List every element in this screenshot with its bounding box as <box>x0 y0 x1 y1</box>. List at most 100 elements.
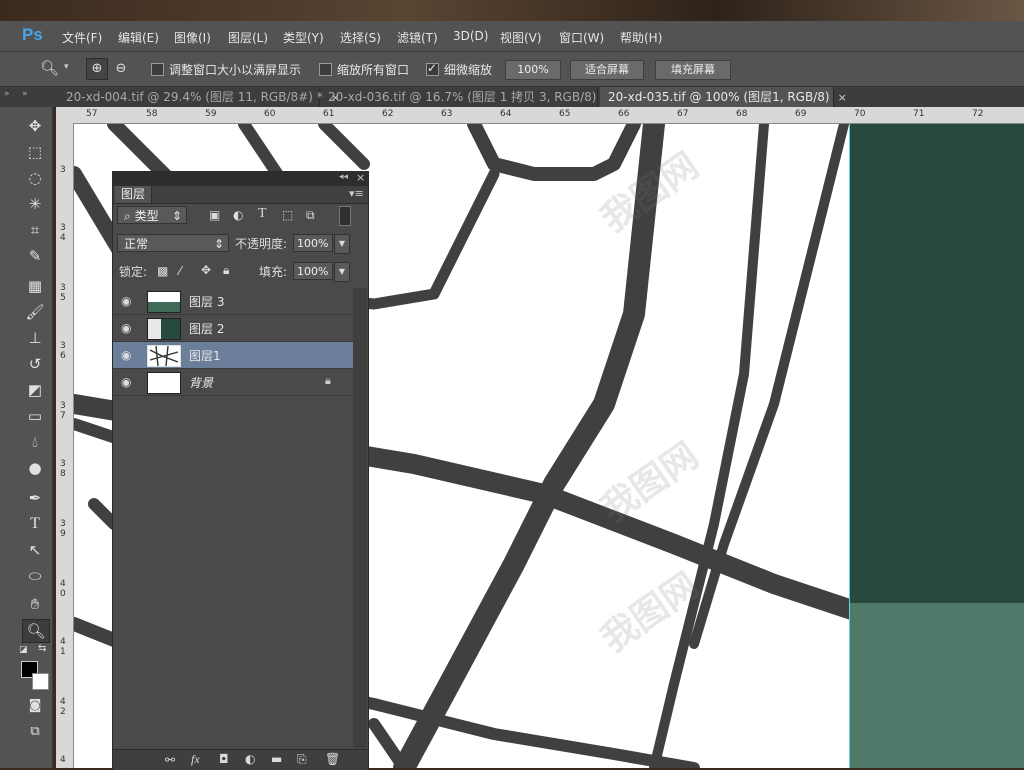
new-layer-icon[interactable]: ⎘ <box>297 752 307 767</box>
menu-file[interactable]: 文件(F) <box>62 29 102 46</box>
zoom-out-icon[interactable]: ⊖ <box>111 59 131 79</box>
folder-icon[interactable]: ▬ <box>271 752 282 766</box>
magic-wand-tool-icon[interactable]: ✳ <box>22 193 48 215</box>
ruler-label: 3 <box>60 223 66 233</box>
menu-view[interactable]: 视图(V) <box>500 29 542 46</box>
opacity-input[interactable]: 100% <box>293 234 333 252</box>
screen-mode-icon[interactable]: ⧉ <box>22 721 48 743</box>
lasso-tool-icon[interactable]: ◌ <box>22 167 48 189</box>
tab-document-3[interactable]: 20-xd-035.tif @ 100% (图层1, RGB/8) × <box>600 87 847 107</box>
trash-icon[interactable]: 🗑︎ <box>325 752 340 766</box>
eyedropper-tool-icon[interactable]: ✎ <box>22 245 48 267</box>
layers-panel: ◂◂ × 图层 ▾≡ ⌕ 类型 ⇕ ▣ ◐ T ⬚ ⧉ 正常 ⇕ 不透明度: 100… <box>112 171 369 770</box>
mask-icon[interactable]: ◘ <box>219 752 229 766</box>
background-color-swatch[interactable] <box>32 673 49 690</box>
quick-mask-icon[interactable]: ◙ <box>22 695 48 717</box>
collapse-panel-icon[interactable]: ◂◂ <box>339 172 348 182</box>
eye-icon[interactable]: ◉ <box>121 348 135 362</box>
chevron-updown-icon: ⇕ <box>213 237 224 251</box>
fill-input[interactable]: 100% <box>293 262 333 280</box>
scrubby-zoom-checkbox[interactable] <box>426 61 439 76</box>
blend-mode-dropdown[interactable]: 正常 ⇕ <box>117 234 229 252</box>
ruler-label: 69 <box>795 109 807 119</box>
toolbar-expand-icon[interactable]: » <box>22 89 28 99</box>
layer-row-2[interactable]: ◉ 图层 2 <box>113 315 353 342</box>
tab-document-1[interactable]: 20-xd-004.tif @ 29.4% (图层 11, RGB/8#) * × <box>58 87 340 107</box>
menu-filter[interactable]: 滤镜(T) <box>397 29 438 46</box>
clone-stamp-tool-icon[interactable]: ⊥ <box>22 327 48 349</box>
close-icon[interactable]: × <box>356 171 365 184</box>
layer-row-1[interactable]: ◉ 图层1 <box>113 342 353 369</box>
layer-row-background[interactable]: ◉ 背景 🔒︎ <box>113 369 353 396</box>
blur-tool-icon[interactable]: 💧︎ <box>22 431 48 453</box>
link-icon[interactable]: ⚯ <box>165 753 175 767</box>
swap-colors-icon[interactable]: ⇆ <box>38 643 46 654</box>
dodge-tool-icon[interactable]: ● <box>22 457 48 479</box>
menu-edit[interactable]: 编辑(E) <box>118 29 159 46</box>
eye-icon[interactable]: ◉ <box>121 375 135 389</box>
eye-icon[interactable]: ◉ <box>121 321 135 335</box>
panel-menu-icon[interactable]: ▾≡ <box>349 187 364 200</box>
lock-transparent-icon[interactable]: ▩ <box>157 264 168 278</box>
menu-3d[interactable]: 3D(D) <box>453 29 488 43</box>
menu-layer[interactable]: 图层(L) <box>228 29 268 46</box>
fit-screen-button[interactable]: 适合屏幕 <box>570 60 644 80</box>
resize-windows-checkbox[interactable] <box>151 63 164 76</box>
zoom-in-icon[interactable]: ⊕ <box>86 58 108 80</box>
filter-toggle-switch[interactable] <box>339 206 351 226</box>
zoom-all-checkbox[interactable] <box>319 63 332 76</box>
pen-tool-icon[interactable]: ✒ <box>22 487 48 509</box>
tool-preset-chevron-icon[interactable]: ▾ <box>64 62 69 72</box>
lock-all-icon[interactable]: 🔒︎ <box>223 263 229 278</box>
lock-move-icon[interactable]: ✥ <box>201 263 211 277</box>
filter-adjustment-icon[interactable]: ◐ <box>233 208 243 222</box>
history-brush-tool-icon[interactable]: ↺ <box>22 353 48 375</box>
panel-header: ◂◂ × <box>113 171 368 186</box>
tab-layers[interactable]: 图层 <box>115 186 153 203</box>
lock-brush-icon[interactable]: ⁄ <box>179 264 181 278</box>
brush-tool-icon[interactable]: 🖌︎ <box>22 301 48 323</box>
fx-icon[interactable]: fx <box>191 752 200 767</box>
tab-document-2[interactable]: 20-xd-036.tif @ 16.7% (图层 1 拷贝 3, RGB/8)… <box>320 87 614 107</box>
marquee-tool-icon[interactable]: ⬚ <box>22 141 48 163</box>
ruler-label: 9 <box>60 529 66 539</box>
filter-shape-icon[interactable]: ⬚ <box>282 208 293 222</box>
move-tool-icon[interactable]: ✥ <box>22 115 48 137</box>
layer-row-3[interactable]: ◉ 图层 3 <box>113 288 353 315</box>
vertical-ruler: 3 3 4 3 5 3 6 3 7 3 8 3 9 4 0 4 1 4 2 4 <box>56 123 74 768</box>
zoom-tool-icon[interactable]: 🔍︎ <box>22 619 50 643</box>
document-tab-bar: » 20-xd-004.tif @ 29.4% (图层 11, RGB/8#) … <box>0 87 1024 107</box>
options-bar: 🔍︎ ▾ ⊕ ⊖ 调整窗口大小以满屏显示 缩放所有窗口 细微缩放 100% 适合… <box>0 52 1024 87</box>
eraser-tool-icon[interactable]: ◩ <box>22 379 48 401</box>
ruler-label: 61 <box>323 109 335 119</box>
menu-select[interactable]: 选择(S) <box>340 29 381 46</box>
close-icon[interactable]: × <box>838 91 847 104</box>
path-selection-tool-icon[interactable]: ↖ <box>22 539 48 561</box>
crop-tool-icon[interactable]: ⌗ <box>22 219 48 241</box>
zoom-tool-icon[interactable]: 🔍︎ <box>40 59 59 77</box>
shape-tool-icon[interactable]: ⬭ <box>22 565 48 587</box>
healing-brush-tool-icon[interactable]: ▦ <box>22 275 48 297</box>
filter-type-icon[interactable]: T <box>258 206 267 222</box>
hand-tool-icon[interactable]: ✋︎ <box>22 593 48 615</box>
menu-type[interactable]: 类型(Y) <box>283 29 324 46</box>
adjustment-icon[interactable]: ◐ <box>245 752 255 766</box>
ruler-label: 3 <box>60 519 66 529</box>
menu-window[interactable]: 窗口(W) <box>559 29 604 46</box>
eye-icon[interactable]: ◉ <box>121 294 135 308</box>
panel-collapse-icon[interactable]: » <box>4 89 10 99</box>
chevron-down-icon[interactable]: ▼ <box>334 234 350 254</box>
layer-name: 图层1 <box>189 349 221 363</box>
gradient-tool-icon[interactable]: ▭ <box>22 405 48 427</box>
fill-screen-button[interactable]: 填充屏幕 <box>655 60 731 80</box>
layer-filter-kind-dropdown[interactable]: ⌕ 类型 ⇕ <box>117 206 187 224</box>
chevron-down-icon[interactable]: ▼ <box>334 262 350 282</box>
default-colors-icon[interactable]: ◪ <box>19 645 28 655</box>
filter-smart-object-icon[interactable]: ⧉ <box>306 208 315 223</box>
menu-help[interactable]: 帮助(H) <box>620 29 662 46</box>
filter-pixel-icon[interactable]: ▣ <box>209 208 220 222</box>
zoom-100-button[interactable]: 100% <box>505 60 561 80</box>
menu-image[interactable]: 图像(I) <box>174 29 211 46</box>
layer-list-scrollbar[interactable] <box>353 288 367 748</box>
type-tool-icon[interactable]: T <box>22 513 48 535</box>
